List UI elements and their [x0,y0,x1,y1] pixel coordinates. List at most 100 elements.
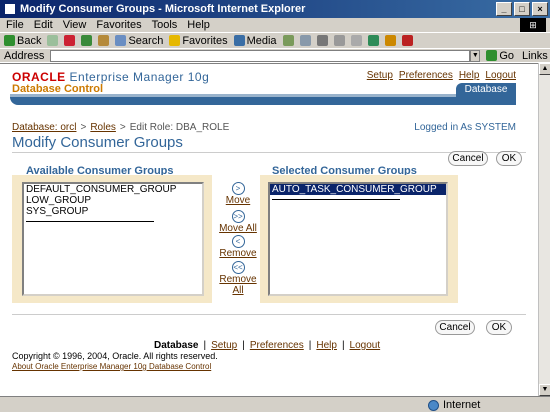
tool-icon[interactable] [401,35,413,46]
back-arrow-icon [4,35,15,46]
move-control[interactable]: > Move [216,182,260,206]
breadcrumb-roles[interactable]: Roles [90,122,116,133]
setup-link[interactable]: Setup [367,70,393,81]
security-zone: Internet [428,399,480,411]
footer-logout-link[interactable]: Logout [350,340,381,351]
list-item[interactable]: AUTO_TASK_CONSUMER_GROUP [270,184,446,195]
footer-links: Database | Setup | Preferences | Help | … [154,340,380,351]
media-label: Media [246,34,277,47]
footer-separator: | [203,340,207,351]
discuss-icon[interactable] [350,35,362,46]
messenger-icon[interactable] [367,35,379,46]
list-spacer-line [272,199,400,200]
list-item[interactable]: LOW_GROUP [24,195,202,206]
favorites-button[interactable]: Favorites [169,34,228,47]
favorites-label: Favorites [182,34,228,47]
home-icon[interactable] [98,35,110,46]
menu-edit[interactable]: Edit [34,19,53,31]
ok-button-bottom[interactable]: OK [486,320,512,335]
go-label: Go [499,49,515,62]
selected-groups-list[interactable]: AUTO_TASK_CONSUMER_GROUP [268,182,448,296]
available-groups-list[interactable]: DEFAULT_CONSUMER_GROUP LOW_GROUP SYS_GRO… [22,182,204,296]
remove-all-link-line2[interactable]: All [216,285,260,296]
footer-database: Database [154,340,199,351]
cancel-button-bottom[interactable]: Cancel [435,320,475,335]
footer-separator: | [341,340,345,351]
zone-label: Internet [443,399,481,411]
browser-toolbar: Back Search Favorites Media [0,32,550,48]
stop-icon[interactable] [64,35,76,46]
back-label: Back [17,34,42,47]
tab-database[interactable]: Database [456,83,516,97]
breadcrumb-separator: > [80,122,87,133]
scroll-down-icon[interactable]: ▼ [539,384,550,396]
move-all-link[interactable]: Move All [216,223,260,234]
global-links: Setup Preferences Help Logout [367,70,516,81]
close-button[interactable]: × [532,2,548,16]
menu-help[interactable]: Help [187,19,210,31]
footer-setup-link[interactable]: Setup [211,340,237,351]
globe-icon [428,399,439,411]
logout-link[interactable]: Logout [485,70,516,81]
move-all-right-icon[interactable]: >> [231,210,245,223]
go-button[interactable]: Go [486,50,514,62]
forward-arrow-icon[interactable] [47,35,59,46]
list-item[interactable]: SYS_GROUP [24,206,202,217]
page-title: Modify Consumer Groups [12,134,183,151]
help-link[interactable]: Help [459,70,480,81]
remove-link[interactable]: Remove [216,248,260,259]
move-right-icon[interactable]: > [231,182,245,195]
history-icon[interactable] [282,35,294,46]
links-label[interactable]: Links [522,50,548,62]
move-all-control[interactable]: >> Move All [216,210,260,234]
mail-icon[interactable] [299,35,311,46]
windows-logo-icon: ⊞ [520,18,546,32]
maximize-button[interactable]: □ [514,2,530,16]
remove-control[interactable]: < Remove [216,235,260,259]
research-icon[interactable] [384,35,396,46]
menu-favorites[interactable]: Favorites [96,19,141,31]
menu-file[interactable]: File [6,19,24,31]
back-button[interactable]: Back [4,35,41,47]
favorites-star-icon [169,35,181,46]
move-link[interactable]: Move [216,195,260,206]
window-controls: _ □ × [496,2,548,16]
list-spacer-line [26,221,154,222]
address-label: Address [4,49,45,62]
address-input[interactable] [50,49,471,62]
bottom-divider [12,314,526,315]
remove-all-control[interactable]: << Remove All [216,261,260,296]
edit-icon[interactable] [333,35,345,46]
breadcrumb-database[interactable]: Database: orcl [12,122,76,133]
status-bar: Internet [0,396,550,412]
breadcrumb: Database: orcl > Roles > Edit Role: DBA_… [12,122,229,133]
minimize-button[interactable]: _ [496,2,512,16]
refresh-icon[interactable] [81,35,93,46]
remove-all-link-line1[interactable]: Remove [216,274,260,285]
address-bar: Address ▼ Go Links [0,48,550,62]
cancel-button[interactable]: Cancel [448,151,488,166]
footer-preferences-link[interactable]: Preferences [250,340,304,351]
breadcrumb-separator: > [119,122,126,133]
go-arrow-icon [486,50,498,61]
media-button[interactable]: Media [233,34,277,47]
print-icon[interactable] [316,35,328,46]
list-item[interactable]: DEFAULT_CONSUMER_GROUP [24,184,202,195]
address-dropdown-icon[interactable]: ▼ [470,49,481,62]
remove-all-left-icon[interactable]: << [231,261,245,274]
copyright-text: Copyright © 1996, 2004, Oracle. All righ… [12,351,218,361]
scroll-up-icon[interactable]: ▲ [539,63,550,75]
search-button[interactable]: Search [115,35,163,47]
ie-window-icon [4,3,16,15]
menu-view[interactable]: View [63,19,87,31]
ok-button[interactable]: OK [496,151,522,166]
search-label: Search [128,34,164,47]
remove-left-icon[interactable]: < [231,235,245,248]
preferences-link[interactable]: Preferences [399,70,453,81]
menu-tools[interactable]: Tools [152,19,178,31]
window-title-bar: Modify Consumer Groups - Microsoft Inter… [0,0,550,18]
footer-help-link[interactable]: Help [316,340,337,351]
about-link[interactable]: About Oracle Enterprise Manager 10g Data… [12,362,211,371]
oracle-logo: ORACLE Enterprise Manager 10g [12,70,209,84]
vertical-scrollbar[interactable]: ▲ ▼ [538,63,550,396]
